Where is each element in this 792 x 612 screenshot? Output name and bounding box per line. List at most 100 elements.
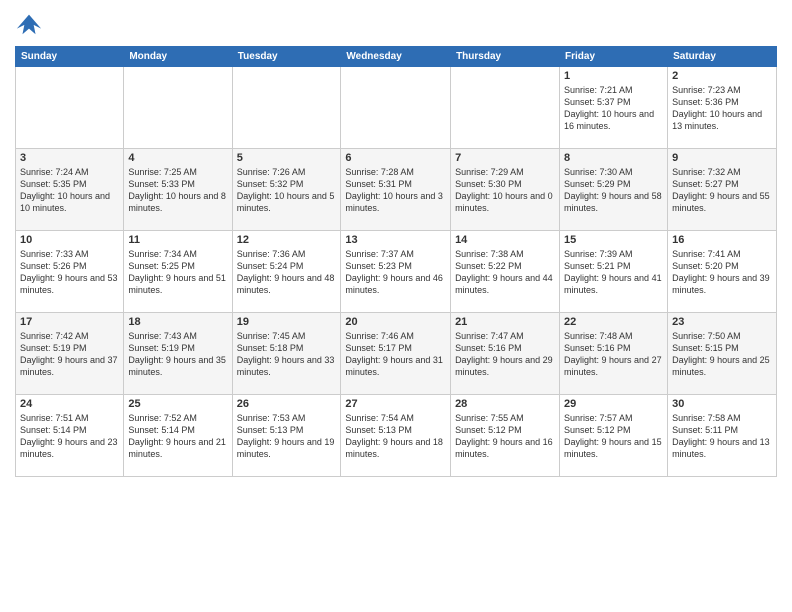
calendar-day-cell: 4 Sunrise: 7:25 AM Sunset: 5:33 PM Daylig…	[124, 149, 232, 231]
calendar-day-cell: 3 Sunrise: 7:24 AM Sunset: 5:35 PM Daylig…	[16, 149, 124, 231]
calendar-week-row: 24 Sunrise: 7:51 AM Sunset: 5:14 PM Dayli…	[16, 395, 777, 477]
weekday-header: Sunday	[16, 47, 124, 67]
day-info: Sunrise: 7:52 AM Sunset: 5:14 PM Dayligh…	[128, 412, 227, 461]
calendar-day-cell: 29Sunrise: 7:57 AM Sunset: 5:12 PM Dayli…	[560, 395, 668, 477]
calendar-week-row: 3 Sunrise: 7:24 AM Sunset: 5:35 PM Daylig…	[16, 149, 777, 231]
calendar-day-cell: 7 Sunrise: 7:29 AM Sunset: 5:30 PM Daylig…	[451, 149, 560, 231]
calendar-day-cell: 17 Sunrise: 7:42 AM Sunset: 5:19 PM Dayli…	[16, 313, 124, 395]
weekday-header: Tuesday	[232, 47, 341, 67]
day-number: 15	[564, 234, 663, 246]
day-info: Sunrise: 7:45 AM Sunset: 5:18 PM Dayligh…	[237, 330, 337, 379]
day-number: 14	[455, 234, 555, 246]
calendar-day-cell: 6 Sunrise: 7:28 AM Sunset: 5:31 PM Daylig…	[341, 149, 451, 231]
calendar-day-cell: 26 Sunrise: 7:53 AM Sunset: 5:13 PM Dayli…	[232, 395, 341, 477]
calendar-day-cell: 1 Sunrise: 7:21 AM Sunset: 5:37 PM Daylig…	[560, 67, 668, 149]
day-info: Sunrise: 7:25 AM Sunset: 5:33 PM Dayligh…	[128, 166, 227, 215]
day-number: 17	[20, 316, 119, 328]
day-number: 7	[455, 152, 555, 164]
calendar-day-cell: 5 Sunrise: 7:26 AM Sunset: 5:32 PM Daylig…	[232, 149, 341, 231]
day-info: Sunrise: 7:55 AM Sunset: 5:12 PM Dayligh…	[455, 412, 555, 461]
day-info: Sunrise: 7:54 AM Sunset: 5:13 PM Dayligh…	[345, 412, 446, 461]
day-info: Sunrise: 7:46 AM Sunset: 5:17 PM Dayligh…	[345, 330, 446, 379]
calendar-day-cell: 24 Sunrise: 7:51 AM Sunset: 5:14 PM Dayli…	[16, 395, 124, 477]
day-number: 19	[237, 316, 337, 328]
page: SundayMondayTuesdayWednesdayThursdayFrid…	[0, 0, 792, 612]
day-number: 22	[564, 316, 663, 328]
day-number: 13	[345, 234, 446, 246]
day-number: 26	[237, 398, 337, 410]
day-number: 3	[20, 152, 119, 164]
day-info: Sunrise: 7:26 AM Sunset: 5:32 PM Dayligh…	[237, 166, 337, 215]
day-number: 4	[128, 152, 227, 164]
calendar-day-cell: 18 Sunrise: 7:43 AM Sunset: 5:19 PM Dayli…	[124, 313, 232, 395]
day-number: 25	[128, 398, 227, 410]
calendar-day-cell: 11Sunrise: 7:34 AM Sunset: 5:25 PM Dayli…	[124, 231, 232, 313]
weekday-header: Thursday	[451, 47, 560, 67]
weekday-header: Saturday	[668, 47, 777, 67]
calendar-day-cell: 9 Sunrise: 7:32 AM Sunset: 5:27 PM Daylig…	[668, 149, 777, 231]
calendar-day-cell: 30 Sunrise: 7:58 AM Sunset: 5:11 PM Dayli…	[668, 395, 777, 477]
calendar-day-cell: 21Sunrise: 7:47 AM Sunset: 5:16 PM Dayli…	[451, 313, 560, 395]
calendar-day-cell: 10 Sunrise: 7:33 AM Sunset: 5:26 PM Dayli…	[16, 231, 124, 313]
day-info: Sunrise: 7:58 AM Sunset: 5:11 PM Dayligh…	[672, 412, 772, 461]
day-info: Sunrise: 7:53 AM Sunset: 5:13 PM Dayligh…	[237, 412, 337, 461]
day-number: 28	[455, 398, 555, 410]
day-number: 23	[672, 316, 772, 328]
calendar-day-cell: 25 Sunrise: 7:52 AM Sunset: 5:14 PM Dayli…	[124, 395, 232, 477]
calendar-week-row: 1 Sunrise: 7:21 AM Sunset: 5:37 PM Daylig…	[16, 67, 777, 149]
weekday-header: Wednesday	[341, 47, 451, 67]
calendar-day-cell: 12 Sunrise: 7:36 AM Sunset: 5:24 PM Dayli…	[232, 231, 341, 313]
calendar-day-cell: 8 Sunrise: 7:30 AM Sunset: 5:29 PM Daylig…	[560, 149, 668, 231]
calendar-table: SundayMondayTuesdayWednesdayThursdayFrid…	[15, 46, 777, 477]
day-info: Sunrise: 7:30 AM Sunset: 5:29 PM Dayligh…	[564, 166, 663, 215]
day-number: 5	[237, 152, 337, 164]
weekday-header: Friday	[560, 47, 668, 67]
day-info: Sunrise: 7:37 AM Sunset: 5:23 PM Dayligh…	[345, 248, 446, 297]
day-info: Sunrise: 7:42 AM Sunset: 5:19 PM Dayligh…	[20, 330, 119, 379]
day-number: 8	[564, 152, 663, 164]
day-number: 10	[20, 234, 119, 246]
day-info: Sunrise: 7:38 AM Sunset: 5:22 PM Dayligh…	[455, 248, 555, 297]
day-info: Sunrise: 7:43 AM Sunset: 5:19 PM Dayligh…	[128, 330, 227, 379]
day-info: Sunrise: 7:57 AM Sunset: 5:12 PM Dayligh…	[564, 412, 663, 461]
calendar-day-cell: 20 Sunrise: 7:46 AM Sunset: 5:17 PM Dayli…	[341, 313, 451, 395]
header	[15, 10, 777, 38]
calendar-day-cell	[124, 67, 232, 149]
day-info: Sunrise: 7:32 AM Sunset: 5:27 PM Dayligh…	[672, 166, 772, 215]
calendar-day-cell: 22Sunrise: 7:48 AM Sunset: 5:16 PM Dayli…	[560, 313, 668, 395]
day-number: 12	[237, 234, 337, 246]
day-number: 11	[128, 234, 227, 246]
calendar-day-cell: 15 Sunrise: 7:39 AM Sunset: 5:21 PM Dayli…	[560, 231, 668, 313]
calendar-week-row: 17 Sunrise: 7:42 AM Sunset: 5:19 PM Dayli…	[16, 313, 777, 395]
day-number: 9	[672, 152, 772, 164]
weekday-header: Monday	[124, 47, 232, 67]
day-info: Sunrise: 7:41 AM Sunset: 5:20 PM Dayligh…	[672, 248, 772, 297]
day-info: Sunrise: 7:23 AM Sunset: 5:36 PM Dayligh…	[672, 84, 772, 133]
calendar-day-cell	[341, 67, 451, 149]
day-number: 16	[672, 234, 772, 246]
calendar-day-cell: 13 Sunrise: 7:37 AM Sunset: 5:23 PM Dayli…	[341, 231, 451, 313]
calendar-day-cell	[451, 67, 560, 149]
day-info: Sunrise: 7:21 AM Sunset: 5:37 PM Dayligh…	[564, 84, 663, 133]
calendar-day-cell	[16, 67, 124, 149]
calendar-day-cell: 28 Sunrise: 7:55 AM Sunset: 5:12 PM Dayli…	[451, 395, 560, 477]
day-number: 24	[20, 398, 119, 410]
day-info: Sunrise: 7:24 AM Sunset: 5:35 PM Dayligh…	[20, 166, 119, 215]
day-info: Sunrise: 7:28 AM Sunset: 5:31 PM Dayligh…	[345, 166, 446, 215]
day-number: 1	[564, 70, 663, 82]
day-info: Sunrise: 7:51 AM Sunset: 5:14 PM Dayligh…	[20, 412, 119, 461]
logo-bird-icon	[15, 10, 43, 38]
day-info: Sunrise: 7:39 AM Sunset: 5:21 PM Dayligh…	[564, 248, 663, 297]
day-info: Sunrise: 7:36 AM Sunset: 5:24 PM Dayligh…	[237, 248, 337, 297]
day-info: Sunrise: 7:29 AM Sunset: 5:30 PM Dayligh…	[455, 166, 555, 215]
day-number: 18	[128, 316, 227, 328]
day-info: Sunrise: 7:33 AM Sunset: 5:26 PM Dayligh…	[20, 248, 119, 297]
calendar-day-cell: 16 Sunrise: 7:41 AM Sunset: 5:20 PM Dayli…	[668, 231, 777, 313]
day-info: Sunrise: 7:50 AM Sunset: 5:15 PM Dayligh…	[672, 330, 772, 379]
day-number: 30	[672, 398, 772, 410]
logo	[15, 10, 47, 38]
day-number: 21	[455, 316, 555, 328]
day-number: 6	[345, 152, 446, 164]
day-number: 20	[345, 316, 446, 328]
day-number: 27	[345, 398, 446, 410]
